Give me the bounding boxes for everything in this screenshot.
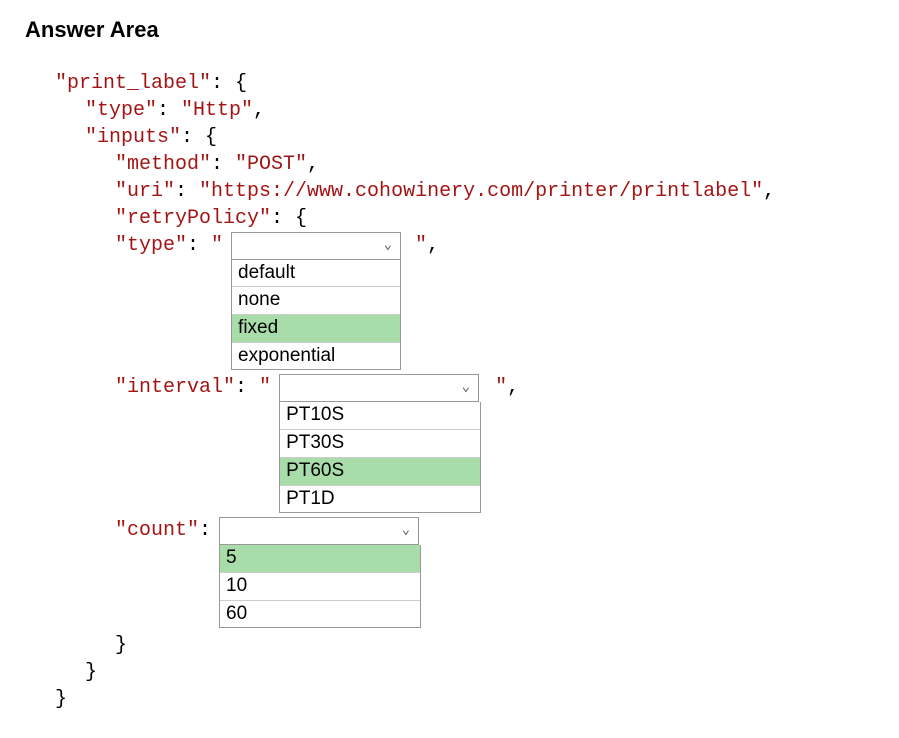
type-dropdown[interactable]: ⌄	[231, 232, 401, 260]
key-retry: "retryPolicy"	[115, 207, 271, 230]
val-post: "POST"	[235, 153, 307, 176]
type-option[interactable]: none	[232, 287, 400, 315]
key-type2: "type"	[115, 234, 187, 257]
interval-option[interactable]: PT60S	[280, 458, 480, 486]
page-heading: Answer Area	[25, 15, 874, 45]
val-http: "Http"	[181, 99, 253, 122]
key-uri: "uri"	[115, 180, 175, 203]
count-option[interactable]: 60	[220, 601, 420, 628]
chevron-down-icon: ⌄	[384, 236, 392, 255]
chevron-down-icon: ⌄	[402, 522, 410, 541]
count-dropdown-options: 5 10 60	[219, 545, 421, 628]
count-option[interactable]: 10	[220, 573, 420, 601]
close-brace: }	[85, 661, 97, 684]
count-option[interactable]: 5	[220, 545, 420, 573]
key-print-label: "print_label"	[55, 72, 211, 95]
interval-option[interactable]: PT1D	[280, 486, 480, 513]
interval-option[interactable]: PT30S	[280, 430, 480, 458]
interval-dropdown-options: PT10S PT30S PT60S PT1D	[279, 402, 481, 513]
type-dropdown-options: default none fixed exponential	[231, 260, 401, 371]
count-dropdown[interactable]: ⌄	[219, 517, 419, 545]
interval-option[interactable]: PT10S	[280, 402, 480, 430]
chevron-down-icon: ⌄	[462, 379, 470, 398]
key-count: "count"	[115, 519, 199, 542]
type-option[interactable]: exponential	[232, 343, 400, 370]
close-brace: }	[115, 634, 127, 657]
close-brace: }	[55, 688, 67, 711]
key-type: "type"	[85, 99, 157, 122]
type-option[interactable]: default	[232, 260, 400, 288]
code-area: "print_label": { "type": "Http", "inputs…	[25, 70, 874, 714]
key-method: "method"	[115, 153, 211, 176]
val-uri: "https://www.cohowinery.com/printer/prin…	[199, 180, 763, 203]
interval-dropdown[interactable]: ⌄	[279, 374, 479, 402]
key-interval: "interval"	[115, 376, 235, 399]
key-inputs: "inputs"	[85, 126, 181, 149]
type-option[interactable]: fixed	[232, 315, 400, 343]
